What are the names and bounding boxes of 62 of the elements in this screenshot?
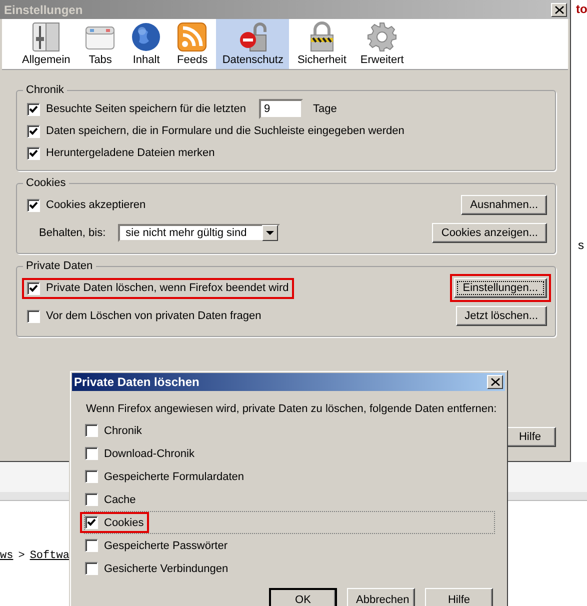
checkbox[interactable] xyxy=(27,146,40,160)
dropdown[interactable]: sie nicht mehr gültig sind xyxy=(118,224,280,242)
checkbox-label[interactable]: Cookies xyxy=(104,516,144,528)
checkbox[interactable] xyxy=(85,447,98,460)
sliders-icon xyxy=(30,21,62,53)
checkbox[interactable] xyxy=(85,424,98,437)
page-text: to xyxy=(576,2,587,16)
checkbox[interactable] xyxy=(27,310,40,322)
action-button[interactable]: Ausnahmen... xyxy=(461,195,547,215)
breadcrumb-separator: > xyxy=(18,550,25,562)
checkbox-label[interactable]: Besuchte Seiten speichern für die letzten xyxy=(46,103,246,115)
checkbox-label[interactable]: Vor dem Löschen von privaten Daten fragen xyxy=(46,310,262,322)
preferences-tab[interactable]: Tabs xyxy=(78,19,122,69)
action-button[interactable]: Einstellungen... xyxy=(454,278,547,298)
days-field[interactable]: 9 xyxy=(258,99,303,119)
group-title: Private Daten xyxy=(25,260,94,272)
checkbox-label[interactable]: Cookies akzeptieren xyxy=(46,199,146,211)
close-icon xyxy=(554,6,564,14)
checkbox[interactable] xyxy=(27,198,40,212)
checkbox-label[interactable]: Gespeicherte Formulardaten xyxy=(104,470,244,482)
checkbox[interactable] xyxy=(85,493,98,506)
checkbox[interactable] xyxy=(27,124,40,138)
preferences-tab[interactable]: Feeds xyxy=(170,19,214,69)
window-title: Einstellungen xyxy=(4,2,83,16)
group-title: Chronik xyxy=(25,84,65,96)
action-button[interactable]: Jetzt löschen... xyxy=(456,306,547,326)
checkbox[interactable] xyxy=(85,562,98,575)
checkbox-label[interactable]: Cache xyxy=(104,494,136,506)
preferences-tab[interactable]: Sicherheit xyxy=(291,19,352,69)
checkbox-label[interactable]: Gespeicherte Passwörter xyxy=(104,540,228,552)
dialog-message: Wenn Firefox angewiesen wird, private Daten zu löschen, folgende Daten entfernen: xyxy=(86,403,495,415)
dialog-button[interactable]: OK xyxy=(269,588,337,606)
checkbox[interactable] xyxy=(85,470,98,483)
group-title: Cookies xyxy=(25,177,67,189)
checkbox[interactable] xyxy=(85,516,98,529)
dialog-title: Private Daten löschen xyxy=(74,375,200,389)
checkbox-label[interactable]: Download-Chronik xyxy=(104,448,194,460)
action-button[interactable]: Cookies anzeigen... xyxy=(432,223,547,243)
checkbox-label[interactable]: Gesicherte Verbindungen xyxy=(104,562,228,574)
preferences-tab[interactable]: Datenschutz xyxy=(216,19,290,69)
close-icon xyxy=(490,378,500,386)
preferences-tab[interactable]: Inhalt xyxy=(124,19,168,69)
page-text: s xyxy=(578,238,584,252)
globe-icon xyxy=(130,21,162,53)
dialog-button[interactable]: Abbrechen xyxy=(347,588,415,606)
checkbox[interactable] xyxy=(27,102,40,116)
select-label: Behalten, bis: xyxy=(39,227,106,239)
checkbox-label[interactable]: Chronik xyxy=(104,424,142,436)
checkbox[interactable] xyxy=(27,282,40,294)
dialog-button[interactable]: Hilfe xyxy=(425,588,493,606)
checkbox[interactable] xyxy=(85,539,98,552)
breadcrumb-link[interactable]: Softwa xyxy=(30,550,70,562)
unit-label: Tage xyxy=(312,103,337,115)
preferences-tab[interactable]: Erweitert xyxy=(354,19,410,69)
close-button[interactable] xyxy=(487,375,503,389)
breadcrumb-link[interactable]: ws xyxy=(0,550,14,562)
close-button[interactable] xyxy=(551,2,567,16)
checkbox-label[interactable]: Heruntergeladene Dateien merken xyxy=(46,147,215,159)
preferences-tab[interactable]: Allgemein xyxy=(16,19,76,69)
dropdown-arrow-icon xyxy=(266,231,274,235)
checkbox-label[interactable]: Daten speichern, die in Formulare und die Suchleiste eingegeben werden xyxy=(46,125,404,137)
checkbox-label[interactable]: Private Daten löschen, wenn Firefox beendet wird xyxy=(46,282,289,294)
